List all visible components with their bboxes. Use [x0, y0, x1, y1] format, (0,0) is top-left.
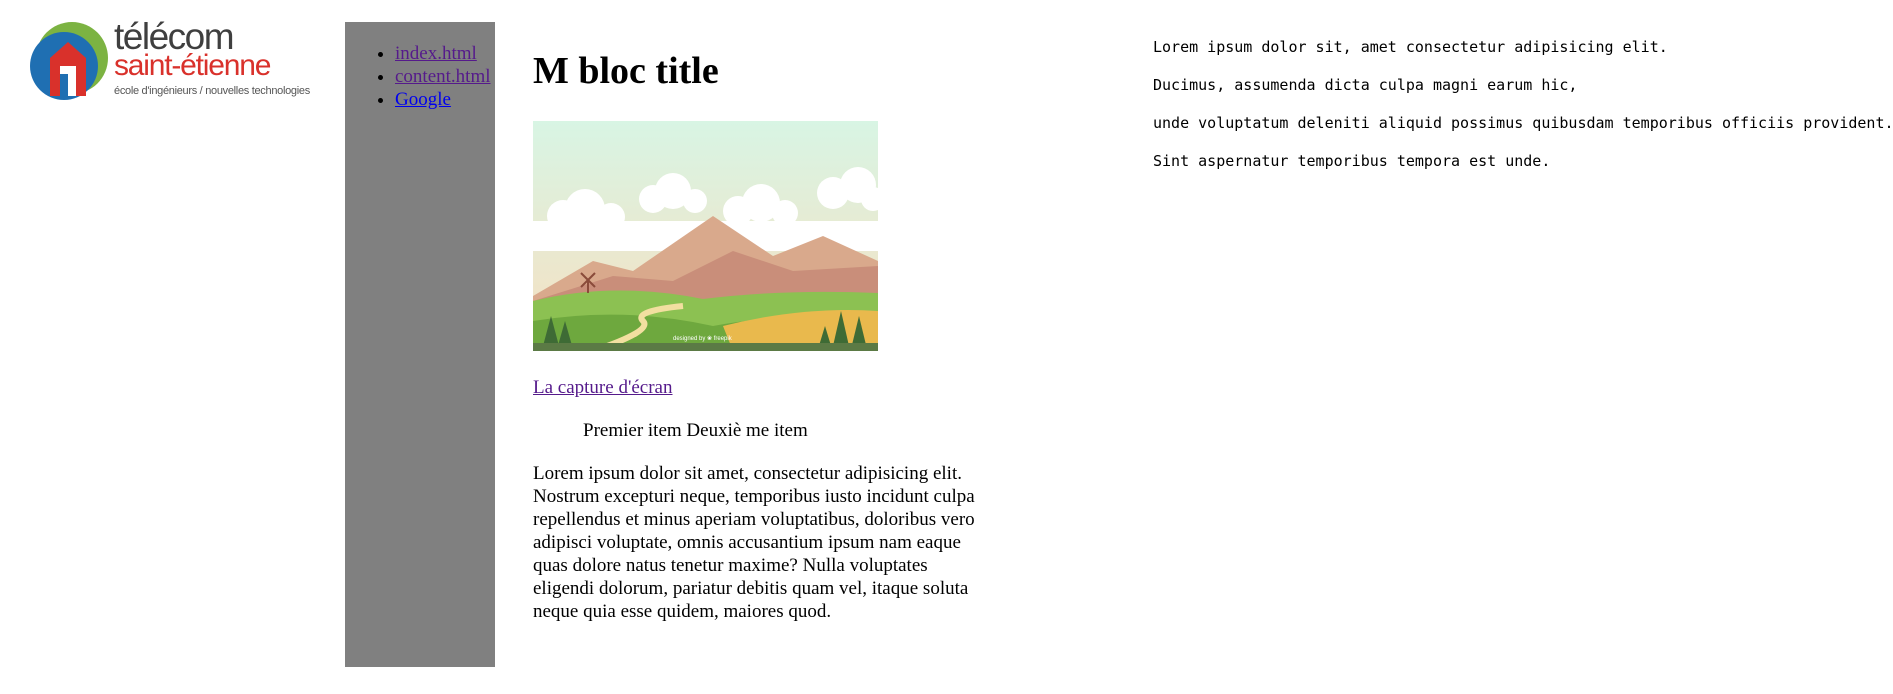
logo-mark-icon [30, 22, 108, 100]
mono-line-2: Ducimus, assumenda dicta culpa magni ear… [1153, 76, 1578, 94]
capture-link[interactable]: La capture d'écran [533, 377, 673, 399]
nav-link-content[interactable]: content.html [395, 66, 491, 87]
bloc-title: M bloc title [533, 50, 719, 92]
mono-line-4: Sint aspernatur temporibus tempora est u… [1153, 152, 1551, 170]
nav-list: index.html content.html Google [345, 42, 491, 111]
lorem-paragraph: Lorem ipsum dolor sit amet, consectetur … [533, 463, 975, 622]
nav-item-google: Google [395, 88, 491, 111]
mono-line-1: Lorem ipsum dolor sit, amet consectetur … [1153, 38, 1668, 56]
page: télécom saint-étienne école d'ingénieurs… [0, 0, 1893, 694]
nav-item-index: index.html [395, 42, 491, 65]
nav-link-index[interactable]: index.html [395, 43, 477, 64]
landscape-image: designed by ❀ freepik [533, 121, 878, 351]
nav-link-google[interactable]: Google [395, 89, 451, 110]
items-line: Premier item Deuxiè me item [583, 420, 808, 441]
logo-tagline: école d'ingénieurs / nouvelles technolog… [114, 85, 310, 97]
sidebar-nav: index.html content.html Google [345, 22, 495, 667]
mono-line-3: unde voluptatum deleniti aliquid possimu… [1153, 114, 1893, 132]
main-bloc: M bloc title designed by ❀ freepik La ca… [533, 30, 978, 623]
monospace-text-block: Lorem ipsum dolor sit, amet consectetur … [1153, 38, 1893, 190]
image-credit: designed by ❀ freepik [673, 335, 733, 342]
logo-wordmark-saint-etienne: saint-étienne [114, 49, 271, 82]
nav-item-content: content.html [395, 65, 491, 88]
telecom-logo[interactable]: télécom saint-étienne école d'ingénieurs… [28, 18, 318, 102]
